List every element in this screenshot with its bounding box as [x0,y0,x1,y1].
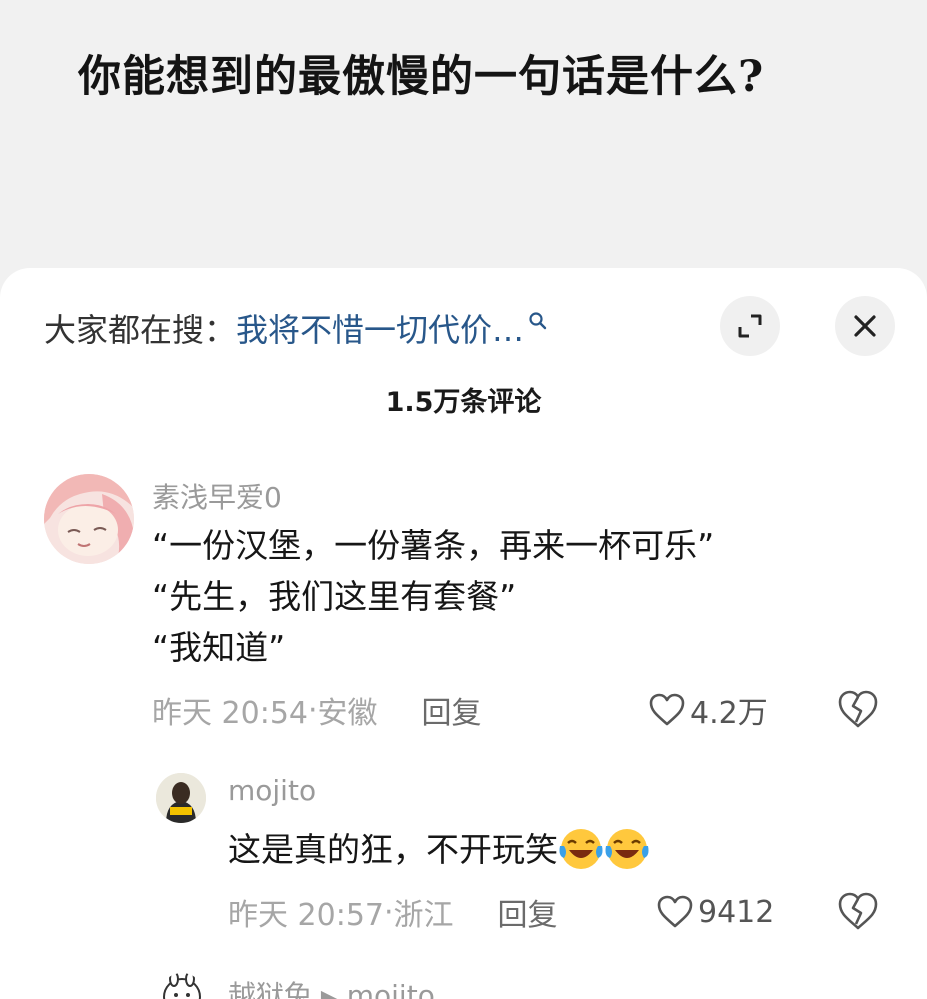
reply-text: 这是真的狂，不开玩笑 [228,830,558,869]
like-button[interactable]: 9412 [656,890,774,934]
rabbit-avatar-image [163,973,201,999]
reply-to-username[interactable]: mojito [347,979,435,999]
comment-count: 1.5万条评论 [385,387,542,418]
meta-separator: · [308,692,318,728]
reply-location: 浙江 [393,898,454,933]
search-icon[interactable] [528,311,548,331]
expand-button[interactable] [720,296,780,356]
comment-location: 安徽 [317,696,378,731]
broken-heart-icon[interactable] [836,890,880,934]
reply-button[interactable]: 回复 [422,688,482,732]
like-count: 4.2万 [690,696,768,731]
search-suggestion[interactable]: 大家都在搜： 我将不惜一切代价… [44,306,548,350]
avatar[interactable] [160,973,204,999]
like-button[interactable]: 4.2万 [648,688,768,732]
laughing-crying-emoji [605,828,649,869]
broken-heart-icon[interactable] [836,688,880,732]
reply-time: 昨天 20:57 [228,898,384,933]
question-header: 你能想到的最傲慢的一句话是什么? [0,0,927,270]
heart-outline-icon [649,693,685,726]
comment-line: “一份汉堡，一份薯条，再来一杯可乐” [152,526,715,565]
reply-body: 这是真的狂，不开玩笑 [228,824,650,875]
comment-time: 昨天 20:54 [152,696,308,731]
comment-body: “一份汉堡，一份薯条，再来一杯可乐” “先生，我们这里有套餐” “我知道” [152,520,714,673]
search-prefix-label: 大家都在搜： [44,311,237,349]
reply-meta: 昨天 20:57 · 浙江 回复 [228,890,558,934]
expand-icon [738,314,762,338]
comments-sheet: 大家都在搜： 我将不惜一切代价… 1.5万条评论 素浅早爱0 “一份汉堡，一份薯… [0,268,927,999]
question-title: 你能想到的最傲慢的一句话是什么? [78,52,765,102]
search-term-link[interactable]: 我将不惜一切代价… [236,305,524,351]
reply-arrow-icon: ▶ [320,986,338,999]
comment-username[interactable]: 素浅早爱0 [152,476,282,516]
comment-meta: 昨天 20:54 · 安徽 回复 [152,688,482,732]
heart-outline-icon [657,895,693,928]
reply-button[interactable]: 回复 [498,890,558,934]
close-button[interactable] [835,296,895,356]
anime-girl-avatar-image [44,474,134,564]
like-count: 9412 [698,894,775,930]
reply-header: 越狱兔 ▶ mojito [228,974,435,999]
reply-username[interactable]: 越狱兔 [228,979,312,999]
comment-line: “先生，我们这里有套餐” [152,577,517,616]
avatar[interactable] [156,773,206,823]
laughing-crying-emoji [559,828,603,869]
reply-username[interactable]: mojito [228,774,316,807]
meta-separator: · [384,894,394,930]
close-icon [854,315,876,337]
avatar[interactable] [44,474,134,564]
person-avatar-image [156,773,206,823]
comment-line: “我知道” [152,628,286,667]
